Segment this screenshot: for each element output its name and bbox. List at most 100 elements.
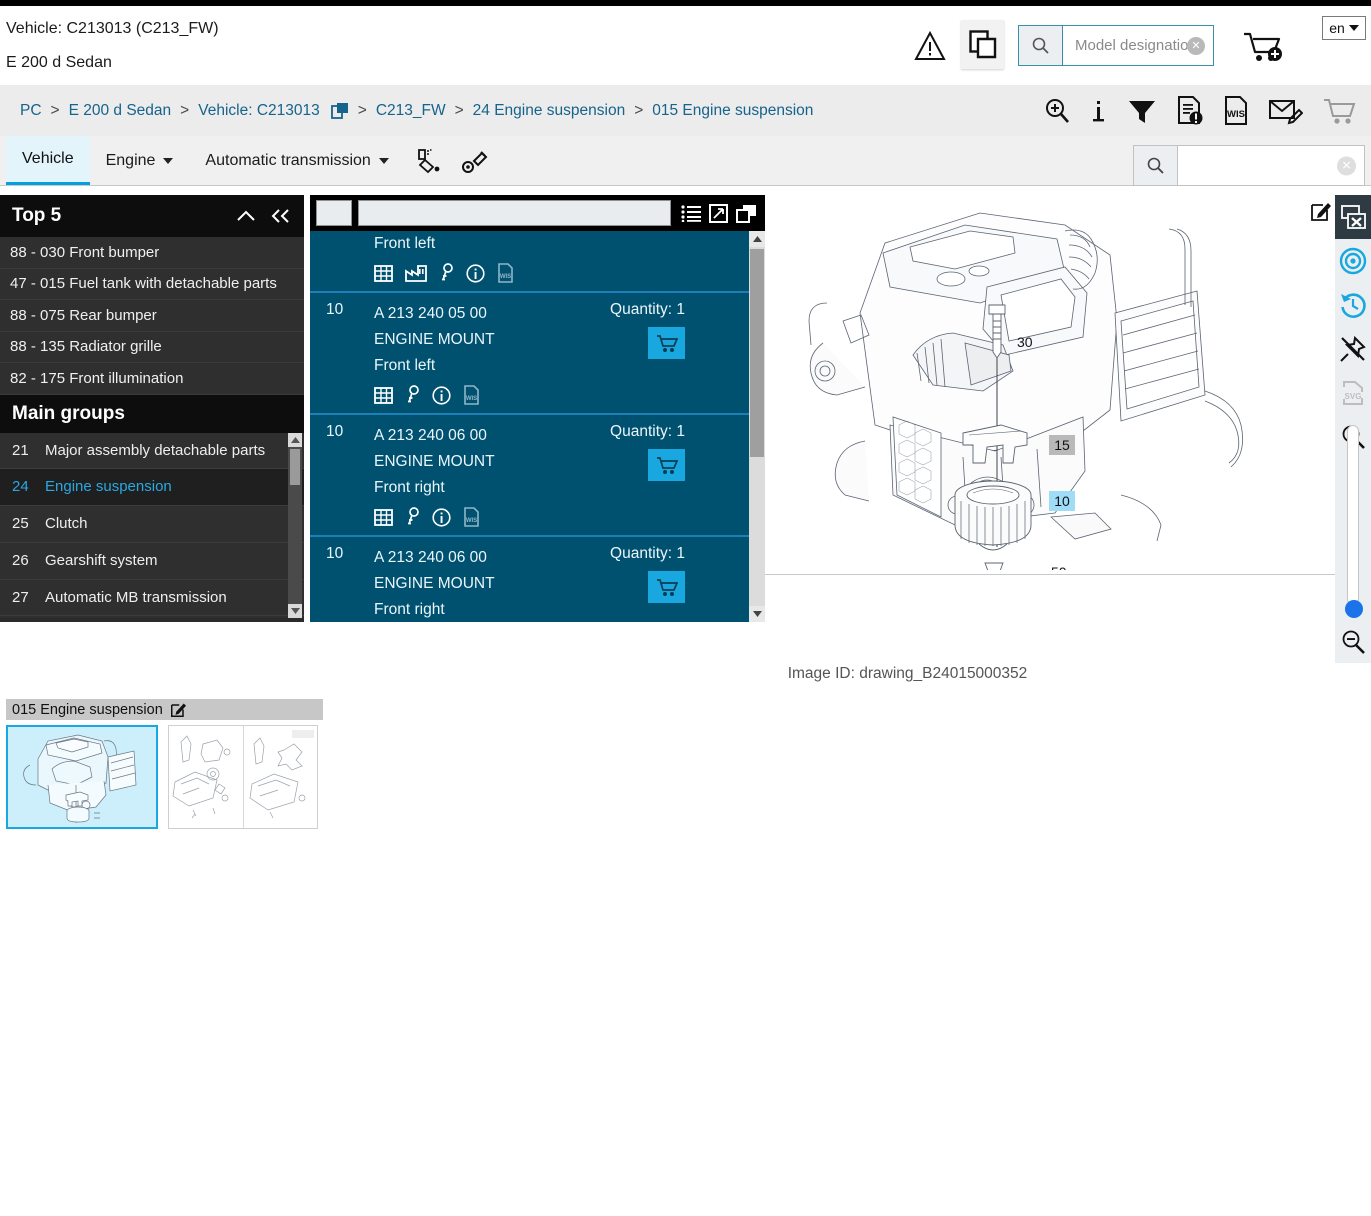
edit-pencil-icon[interactable] [170,702,186,717]
mail-edit-icon[interactable] [1269,97,1303,125]
sidebar-item-gearshift-system[interactable]: 26 Gearshift system [0,543,304,580]
chevron-up-icon[interactable] [236,209,256,223]
search-icon[interactable] [1134,146,1178,185]
factory-icon[interactable] [405,264,427,282]
tab-automatic-transmission[interactable]: Automatic transmission [189,136,404,185]
scrollbar-thumb[interactable] [750,249,764,457]
thumbnail-strip-title: 015 Engine suspension [12,701,163,718]
info-icon[interactable] [1091,97,1107,125]
sidebar-item-major-assembly[interactable]: 21 Major assembly detachable parts [0,433,304,470]
sidebar-item-engine-suspension[interactable]: 24 Engine suspension [0,469,304,506]
zoom-slider-knob[interactable] [1345,600,1363,618]
add-part-to-cart-button[interactable] [648,449,685,481]
clear-icon[interactable]: ✕ [1337,156,1356,175]
wis-doc-icon[interactable]: WIS [463,385,480,405]
breadcrumb-item-chassis[interactable]: C213_FW [376,102,446,120]
language-selector[interactable]: en [1322,16,1366,40]
copy-icon[interactable] [330,102,349,120]
scrollbar-thumb[interactable] [290,448,300,485]
double-chevron-left-icon[interactable] [270,208,292,224]
part-number: A 213 240 05 00 [374,305,487,322]
key-icon[interactable] [405,385,420,405]
svg-export-icon[interactable]: SVG [1335,371,1371,415]
add-part-to-cart-button[interactable] [648,571,685,603]
parts-search-input[interactable]: ✕ [1178,146,1364,185]
table-row[interactable]: Front left WIS [310,231,765,293]
main-groups-scrollbar[interactable] [288,432,302,618]
table-row[interactable]: 10 A 213 240 06 00 ENGINE MOUNT Front ri… [310,537,765,622]
info-circle-icon[interactable] [432,385,451,405]
scroll-down-arrow-icon[interactable] [288,603,302,618]
parts-filter-field[interactable] [358,200,671,226]
parts-list-scrollbar[interactable] [749,231,765,622]
top5-item-2[interactable]: 88 - 075 Rear bumper [0,300,304,332]
expand-icon[interactable] [709,203,728,223]
scroll-up-arrow-icon[interactable] [288,432,302,447]
sidebar-item-automatic-mb-transmission[interactable]: 27 Automatic MB transmission [0,580,304,617]
table-row[interactable]: 10 A 213 240 06 00 ENGINE MOUNT Front ri… [310,415,765,537]
duplicate-window-icon[interactable] [736,204,757,223]
language-value: en [1329,20,1345,36]
wis-doc-icon[interactable]: WIS [463,507,480,527]
key-icon[interactable] [405,507,420,527]
copy-documents-icon[interactable] [961,20,1004,69]
key-icon[interactable] [439,263,454,283]
breadcrumb-item-model[interactable]: E 200 d Sedan [69,102,172,120]
document-alert-icon[interactable] [1177,95,1203,126]
info-circle-icon[interactable] [466,263,485,283]
engine-suspension-details-thumb[interactable] [168,725,318,829]
info-circle-icon[interactable] [432,507,451,527]
engine-suspension-diagram[interactable]: 30 15 10 50 [765,195,1335,570]
search-icon[interactable] [1019,26,1063,65]
zoom-slider[interactable] [1347,425,1359,605]
svg-text:30: 30 [1017,334,1033,350]
top5-item-4[interactable]: 82 - 175 Front illumination [0,363,304,395]
wis-doc-icon[interactable]: WIS [497,263,514,283]
sidebar-item-clutch[interactable]: 25 Clutch [0,506,304,543]
engine-suspension-overview-thumb[interactable] [6,725,158,829]
breadcrumb-item-vehicle[interactable]: Vehicle: C213013 [198,102,320,120]
filter-icon[interactable] [1127,97,1157,125]
model-search-input[interactable]: Model designation ✕ [1063,26,1213,65]
model-designation-search[interactable]: Model designation ✕ [1018,25,1214,66]
breadcrumb-item-pc[interactable]: PC [20,102,42,120]
add-to-cart-icon[interactable] [1241,28,1285,66]
top5-item-1[interactable]: 47 - 015 Fuel tank with detachable parts [0,268,304,300]
zoom-out-icon[interactable] [1335,620,1371,664]
thumbnail-strip: 015 Engine suspension [6,699,323,829]
tab-engine[interactable]: Engine [90,136,190,185]
target-hotspot-icon[interactable] [1335,239,1371,283]
scroll-down-arrow-icon[interactable] [749,606,765,622]
top5-item-3[interactable]: 88 - 135 Radiator grille [0,331,304,363]
parts-search-box[interactable]: ✕ [1133,145,1365,186]
equipment-parts-icon[interactable] [451,136,499,185]
wis-document-icon[interactable]: WIS [1223,95,1249,126]
parts-list[interactable]: Front left WIS 10 A 213 240 05 00 ENGINE… [310,231,765,622]
thumbnail-page-1[interactable] [169,726,243,828]
zoom-search-icon[interactable] [1043,97,1071,125]
image-viewer[interactable]: 30 15 10 50 [765,195,1371,575]
scroll-up-arrow-icon[interactable] [749,231,765,247]
paint-color-icon[interactable] [405,136,451,185]
breadcrumb-item-group[interactable]: 24 Engine suspension [473,102,626,120]
table-icon[interactable] [374,264,393,282]
main-groups-list[interactable]: 21 Major assembly detachable parts 24 En… [0,432,304,618]
breadcrumb-separator: > [357,101,367,119]
table-icon[interactable] [374,508,393,526]
cart-icon[interactable] [1323,97,1357,125]
top5-item-0[interactable]: 88 - 030 Front bumper [0,237,304,269]
table-icon[interactable] [374,386,393,404]
close-window-icon[interactable] [1335,195,1371,239]
clear-icon[interactable]: ✕ [1187,36,1205,55]
warning-triangle-icon[interactable] [912,28,948,64]
parts-filter-small-field[interactable] [316,200,352,226]
history-undo-icon[interactable] [1335,283,1371,327]
table-row[interactable]: 10 A 213 240 05 00 ENGINE MOUNT Front le… [310,293,765,415]
list-view-icon[interactable] [681,204,701,222]
tab-vehicle[interactable]: Vehicle [6,136,90,185]
thumbnail-page-2[interactable] [243,726,317,828]
unpin-icon[interactable] [1335,327,1371,371]
breadcrumb-item-subgroup[interactable]: 015 Engine suspension [652,102,813,120]
add-part-to-cart-button[interactable] [648,327,685,359]
part-quantity: Quantity: 1 [610,423,685,440]
